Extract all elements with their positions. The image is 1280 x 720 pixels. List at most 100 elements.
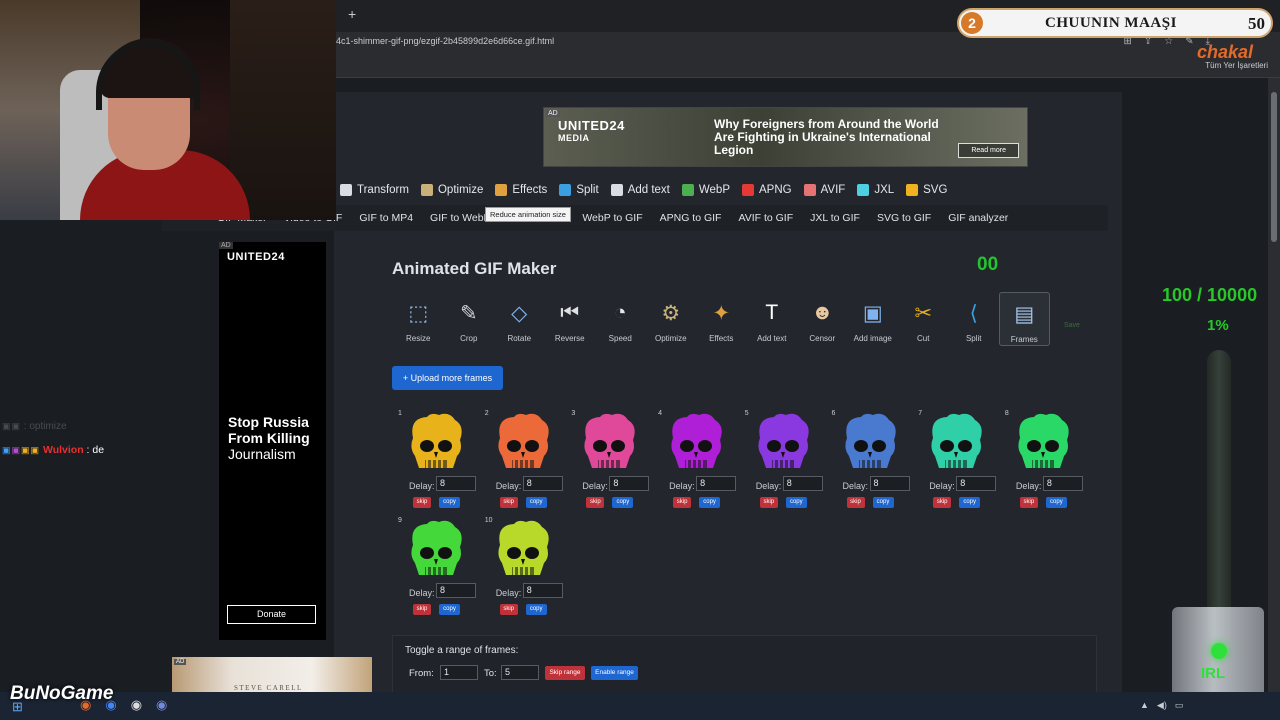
tool-rotate[interactable]: ◇ Rotate (494, 292, 545, 346)
skip-button[interactable]: skip (499, 497, 518, 508)
delay-input[interactable]: 8 (609, 476, 650, 491)
tool-split[interactable]: ⟨ Split (949, 292, 1000, 346)
nav-svg[interactable]: SVG (906, 184, 947, 196)
copy-button[interactable]: copy (612, 497, 634, 508)
nav-avif[interactable]: AVIF (803, 184, 845, 196)
delay-input[interactable]: 8 (696, 476, 737, 491)
tool-add-text[interactable]: T Add text (747, 292, 798, 346)
delay-input[interactable]: 8 (1042, 476, 1083, 491)
copy-button[interactable]: copy (1045, 497, 1067, 508)
tool-resize[interactable]: ⬚ Resize (393, 292, 444, 346)
nav-effects[interactable]: Effects (495, 184, 547, 196)
chat-badges-icon: ▣▣▣▣ (2, 445, 41, 455)
skip-button[interactable]: skip (413, 497, 431, 508)
skip-button[interactable]: skip (413, 604, 431, 615)
skip-button[interactable]: skip (759, 497, 778, 508)
delay-input[interactable]: 8 (522, 476, 563, 491)
tool-reverse[interactable]: ⏮ Reverse (545, 292, 596, 346)
subnav-svg-to-gif[interactable]: SVG to GIF (877, 212, 931, 224)
copy-button[interactable]: copy (699, 497, 721, 508)
tool-cut[interactable]: ✂ Cut (898, 292, 949, 346)
url-text[interactable]: 4c1-shimmer-gif-png/ezgif-2b45899d2e6d66… (336, 36, 554, 46)
side-ad-headline: Stop Russia From Killing Journalism (228, 414, 324, 462)
enable-range-button[interactable]: Enable range (591, 666, 638, 680)
skip-range-button[interactable]: Skip range (545, 666, 585, 680)
skip-button[interactable]: skip (673, 497, 692, 508)
delay-input[interactable]: 8 (436, 476, 476, 491)
chat-badges-icon: ▣▣ (2, 421, 22, 431)
tool-speed[interactable]: ◔ Speed (595, 292, 646, 346)
nav-jxl[interactable]: JXL (857, 184, 894, 196)
tool-optimize[interactable]: ⚙ Optimize (646, 292, 697, 346)
tool-label: Rotate (507, 334, 532, 343)
subnav-gif-to-webm[interactable]: GIF to WebM (430, 212, 492, 224)
svg-icon (906, 184, 919, 196)
ad-brand: UNITED24 (558, 118, 625, 133)
copy-button[interactable]: copy (525, 604, 547, 615)
skull-frame-image (411, 413, 462, 468)
bottom-ad[interactable]: AD STEVE CARELL (172, 657, 372, 692)
nav-optimize[interactable]: Optimize (420, 184, 483, 196)
obs-icon[interactable]: ◉ (131, 697, 142, 713)
nav-apng[interactable]: APNG (742, 184, 792, 196)
skip-button[interactable]: skip (586, 497, 605, 508)
tool-crop[interactable]: ✎ Crop (444, 292, 495, 346)
copy-button[interactable]: copy (959, 497, 981, 508)
delay-input[interactable]: 8 (869, 476, 910, 491)
delay-input[interactable]: 8 (782, 476, 823, 491)
battery-icon[interactable]: ▭ (1175, 700, 1184, 711)
side-ad[interactable]: AD UNITED24 Stop Russia From Killing Jou… (219, 242, 326, 640)
skip-button[interactable]: skip (499, 604, 518, 615)
tool-label: Add image (853, 334, 892, 343)
discord-icon[interactable]: ◉ (156, 697, 167, 713)
page-scrollbar[interactable] (1268, 78, 1280, 692)
subnav-gif-analyzer[interactable]: GIF analyzer (948, 212, 1008, 224)
skip-button[interactable]: skip (1019, 497, 1038, 508)
network-icon[interactable]: ▲ (1140, 700, 1149, 711)
copy-button[interactable]: copy (525, 497, 547, 508)
delay-input[interactable]: 8 (522, 583, 563, 598)
tool-effects[interactable]: ✦ Effects (696, 292, 747, 346)
save-label[interactable]: Save (1064, 322, 1080, 329)
skip-button[interactable]: skip (933, 497, 952, 508)
tool-add-image[interactable]: ▣ Add image (848, 292, 899, 346)
volume-icon[interactable]: ◀) (1157, 700, 1167, 711)
skull-frame-image (671, 413, 722, 468)
delay-label: Delay: (1015, 481, 1042, 491)
scissors-icon: ✂ (914, 301, 933, 325)
top-ad-banner[interactable]: AD UNITED24 MEDIA Why Foreigners from Ar… (543, 107, 1028, 167)
nav-transform[interactable]: Transform (340, 184, 409, 196)
scrollbar-thumb[interactable] (1271, 92, 1277, 242)
ad-brand-sub: MEDIA (558, 133, 590, 143)
subnav-jxl-to-gif[interactable]: JXL to GIF (810, 212, 860, 224)
score-value: 50 (1248, 14, 1265, 33)
nav-add-text[interactable]: Add text (610, 184, 670, 196)
tool-frames[interactable]: ▤ Frames (999, 292, 1050, 346)
chat-message: ▣▣▣▣ Wulvion : de (2, 444, 104, 456)
range-to-input[interactable]: 5 (501, 665, 539, 680)
copy-button[interactable]: copy (439, 497, 460, 508)
subnav-webp-to-gif[interactable]: WebP to GIF (582, 212, 642, 224)
subnav-avif-to-gif[interactable]: AVIF to GIF (738, 212, 793, 224)
nav-webp[interactable]: WebP (681, 184, 730, 196)
ad-read-more-button[interactable]: Read more (958, 143, 1019, 158)
nav-split[interactable]: Split (559, 184, 599, 196)
copy-button[interactable]: copy (439, 604, 460, 615)
skull-frame-image (498, 413, 549, 468)
stream-brand: chakal (1197, 42, 1254, 62)
range-from-input[interactable]: 1 (440, 665, 478, 680)
copy-button[interactable]: copy (785, 497, 807, 508)
donate-button[interactable]: Donate (227, 605, 316, 624)
add-image-icon: ▣ (862, 301, 883, 325)
subnav-gif-to-mp4[interactable]: GIF to MP4 (359, 212, 413, 224)
copy-button[interactable]: copy (872, 497, 894, 508)
frame-number: 6 (831, 410, 836, 417)
skip-button[interactable]: skip (846, 497, 865, 508)
tool-censor[interactable]: ☻ Censor (797, 292, 848, 346)
delay-input[interactable]: 8 (956, 476, 997, 491)
new-tab-button[interactable]: + (348, 6, 356, 22)
subnav-apng-to-gif[interactable]: APNG to GIF (660, 212, 722, 224)
upload-more-frames-button[interactable]: + Upload more frames (392, 366, 503, 390)
delay-input[interactable]: 8 (436, 583, 476, 598)
system-tray: ▲ ◀) ▭ (1140, 700, 1183, 711)
